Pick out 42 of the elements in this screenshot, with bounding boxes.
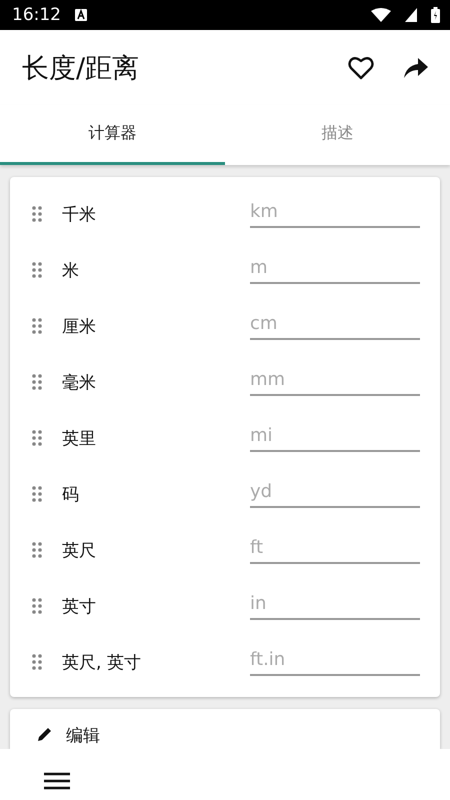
menu-icon[interactable] — [44, 772, 70, 790]
drag-handle-icon[interactable] — [32, 206, 42, 222]
share-button[interactable] — [404, 58, 428, 78]
unit-name: 英尺, 英寸 — [62, 652, 142, 674]
drag-handle-icon[interactable] — [32, 542, 42, 558]
unit-name: 码 — [62, 484, 80, 506]
input-field[interactable]: m — [250, 256, 420, 284]
unit-name: 厘米 — [62, 316, 97, 338]
unit-name: 毫米 — [62, 372, 97, 394]
app-title: 长度/距离 — [22, 52, 140, 86]
tab[interactable]: 计算器 — [0, 105, 225, 165]
input-field[interactable]: ft.in — [250, 648, 420, 676]
unit-name: 米 — [62, 260, 80, 282]
status-time: 16:12 — [12, 5, 61, 25]
drag-handle-icon[interactable] — [32, 430, 42, 446]
drag-handle-icon[interactable] — [32, 262, 42, 278]
input-field[interactable]: mi — [250, 424, 420, 452]
drag-handle-icon[interactable] — [32, 486, 42, 502]
share-icon — [404, 58, 428, 78]
edit-label[interactable]: 编辑 — [66, 725, 100, 747]
input-field[interactable]: in — [250, 592, 420, 620]
drag-handle-icon[interactable] — [32, 654, 42, 670]
drag-handle-icon[interactable] — [32, 598, 42, 614]
unit-name: 英里 — [62, 428, 97, 450]
pencil-icon — [38, 727, 52, 741]
heart-icon — [348, 56, 374, 80]
unit-name: 千米 — [62, 204, 97, 226]
signal-icon — [405, 8, 417, 22]
input-field[interactable]: yd — [250, 480, 420, 508]
favorite-button[interactable] — [348, 56, 374, 80]
unit-name: 英尺 — [62, 540, 97, 562]
input-field[interactable]: km — [250, 200, 420, 228]
wifi-icon — [371, 8, 391, 22]
drag-handle-icon[interactable] — [32, 318, 42, 334]
battery-icon — [431, 7, 440, 23]
input-field[interactable]: mm — [250, 368, 420, 396]
notification-icon — [75, 9, 87, 21]
unit-name: 英寸 — [62, 596, 97, 618]
tab[interactable]: 描述 — [225, 105, 450, 165]
input-field[interactable]: ft — [250, 536, 420, 564]
input-field[interactable]: cm — [250, 312, 420, 340]
drag-handle-icon[interactable] — [32, 374, 42, 390]
